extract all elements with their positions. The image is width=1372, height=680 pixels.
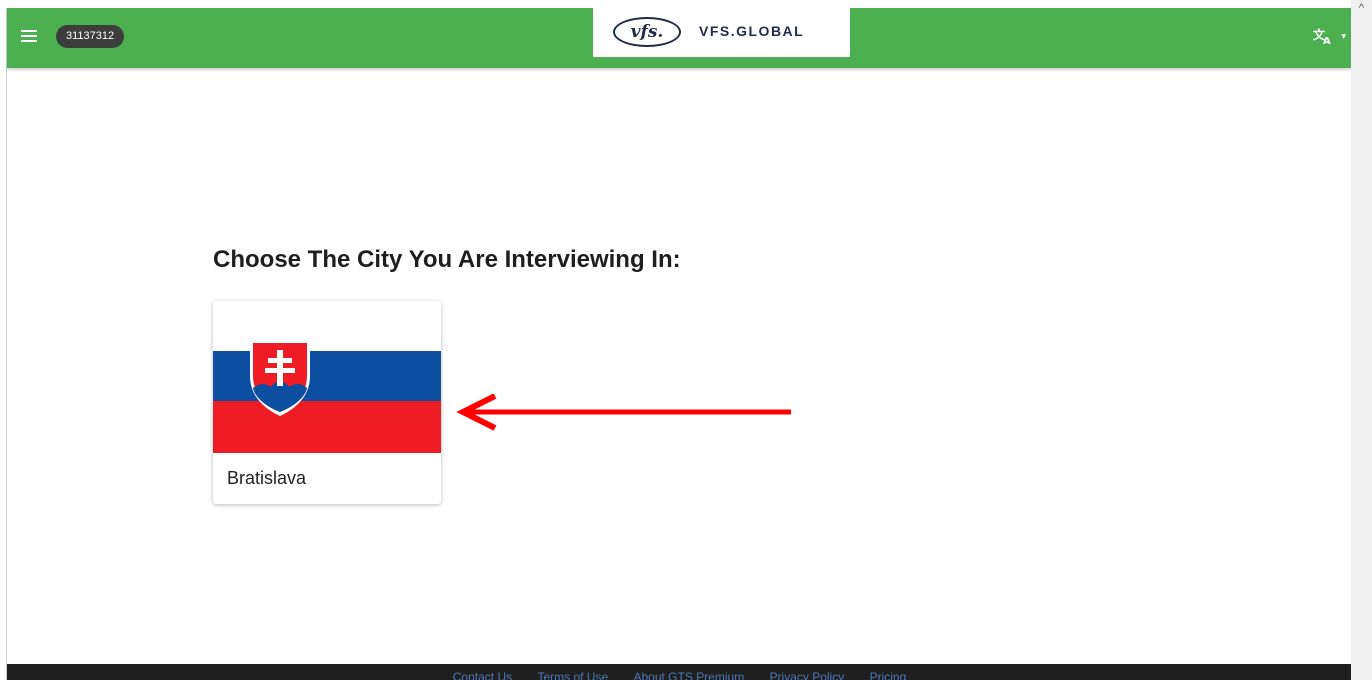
red-arrow-icon <box>456 394 791 431</box>
footer-link-contact-us[interactable]: Contact Us <box>453 670 512 680</box>
footer-link-about-gts-premium[interactable]: About GTS Premium <box>633 670 744 680</box>
footer: Contact Us Terms of Use About GTS Premiu… <box>7 664 1352 680</box>
svg-text:A: A <box>1323 36 1331 45</box>
vfs-logo-mark: vfs. <box>613 17 681 47</box>
city-card-bratislava[interactable]: Bratislava <box>213 301 441 504</box>
vertical-scrollbar[interactable]: ^ <box>1351 0 1372 680</box>
chevron-down-icon: ▾ <box>1341 31 1346 42</box>
page-frame: 31137312 vfs. VFS.GLOBAL 文 A ▾ Choose Th… <box>6 8 1352 680</box>
footer-link-privacy-policy[interactable]: Privacy Policy <box>770 670 845 680</box>
slovakia-flag-icon <box>213 340 441 453</box>
session-id-badge: 31137312 <box>56 25 125 48</box>
footer-link-pricing[interactable]: Pricing <box>870 670 907 680</box>
slovakia-coat-of-arms-icon <box>250 340 310 416</box>
scroll-up-icon[interactable]: ^ <box>1355 2 1368 14</box>
city-name: Bratislava <box>227 468 307 488</box>
top-app-bar: 31137312 vfs. VFS.GLOBAL 文 A ▾ <box>7 8 1352 68</box>
page-title: Choose The City You Are Interviewing In: <box>213 246 681 273</box>
footer-link-terms-of-use[interactable]: Terms of Use <box>537 670 608 680</box>
vfs-logo-text: VFS.GLOBAL <box>699 23 805 39</box>
menu-icon[interactable] <box>21 27 37 43</box>
vfs-global-logo[interactable]: vfs. VFS.GLOBAL <box>593 8 850 57</box>
language-selector[interactable]: 文 A ▾ <box>1313 26 1346 47</box>
translate-icon: 文 A <box>1313 27 1331 47</box>
